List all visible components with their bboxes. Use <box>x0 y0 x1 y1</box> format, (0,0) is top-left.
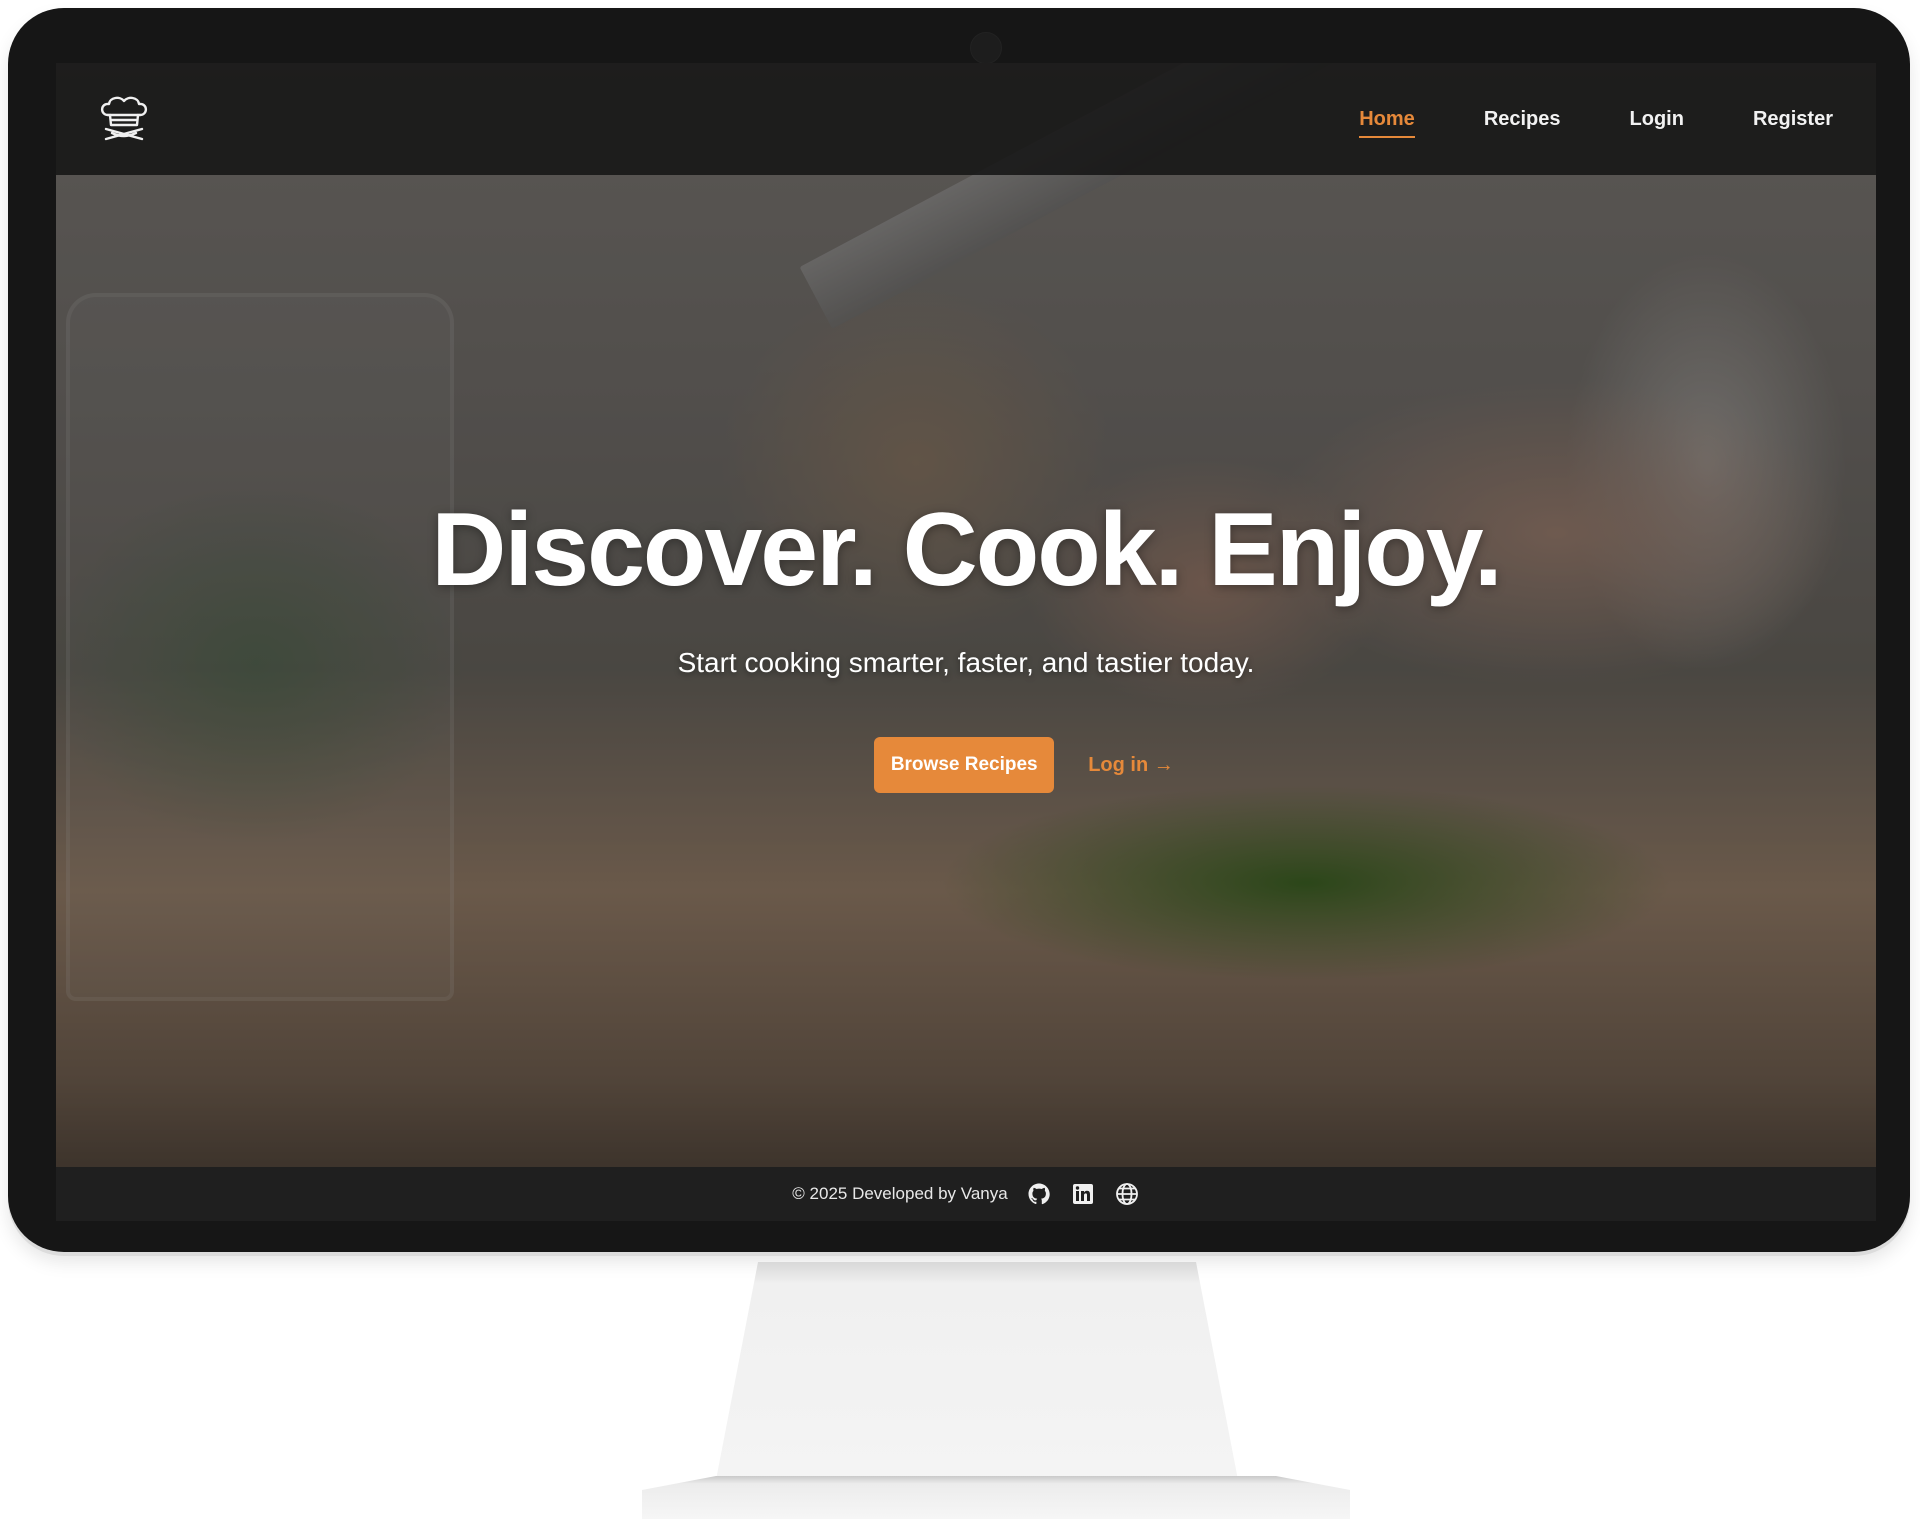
browse-recipes-button[interactable]: Browse Recipes <box>874 737 1055 794</box>
hero-subtitle: Start cooking smarter, faster, and tasti… <box>677 647 1255 679</box>
nav-home-link[interactable]: Home <box>1359 104 1415 138</box>
github-icon[interactable] <box>1026 1181 1052 1207</box>
nav-recipes-link[interactable]: Recipes <box>1484 104 1561 135</box>
hero-section: Discover. Cook. Enjoy. Start cooking sma… <box>56 492 1876 794</box>
monitor-stand-base <box>642 1476 1350 1519</box>
hero-title: Discover. Cook. Enjoy. <box>431 492 1503 608</box>
monitor-screen: Home Recipes Login Register Discover. Co… <box>56 63 1876 1221</box>
hero-actions: Browse Recipes Log in → <box>56 737 1876 794</box>
hero-login-link[interactable]: Log in → <box>1088 754 1174 777</box>
nav-register-link[interactable]: Register <box>1753 104 1833 135</box>
linkedin-icon[interactable] <box>1070 1181 1096 1207</box>
nav-links: Home Recipes Login Register <box>1359 63 1833 175</box>
navbar: Home Recipes Login Register <box>56 63 1876 175</box>
globe-icon[interactable] <box>1114 1181 1140 1207</box>
webcam <box>970 32 1002 64</box>
monitor-stand-neck <box>716 1262 1238 1480</box>
chef-hat-logo-icon[interactable] <box>98 95 150 145</box>
footer-copyright: © 2025 Developed by Vanya <box>792 1184 1008 1203</box>
monitor-bezel: Home Recipes Login Register Discover. Co… <box>8 8 1910 1252</box>
footer: © 2025 Developed by Vanya <box>56 1167 1876 1221</box>
nav-login-link[interactable]: Login <box>1630 104 1684 135</box>
